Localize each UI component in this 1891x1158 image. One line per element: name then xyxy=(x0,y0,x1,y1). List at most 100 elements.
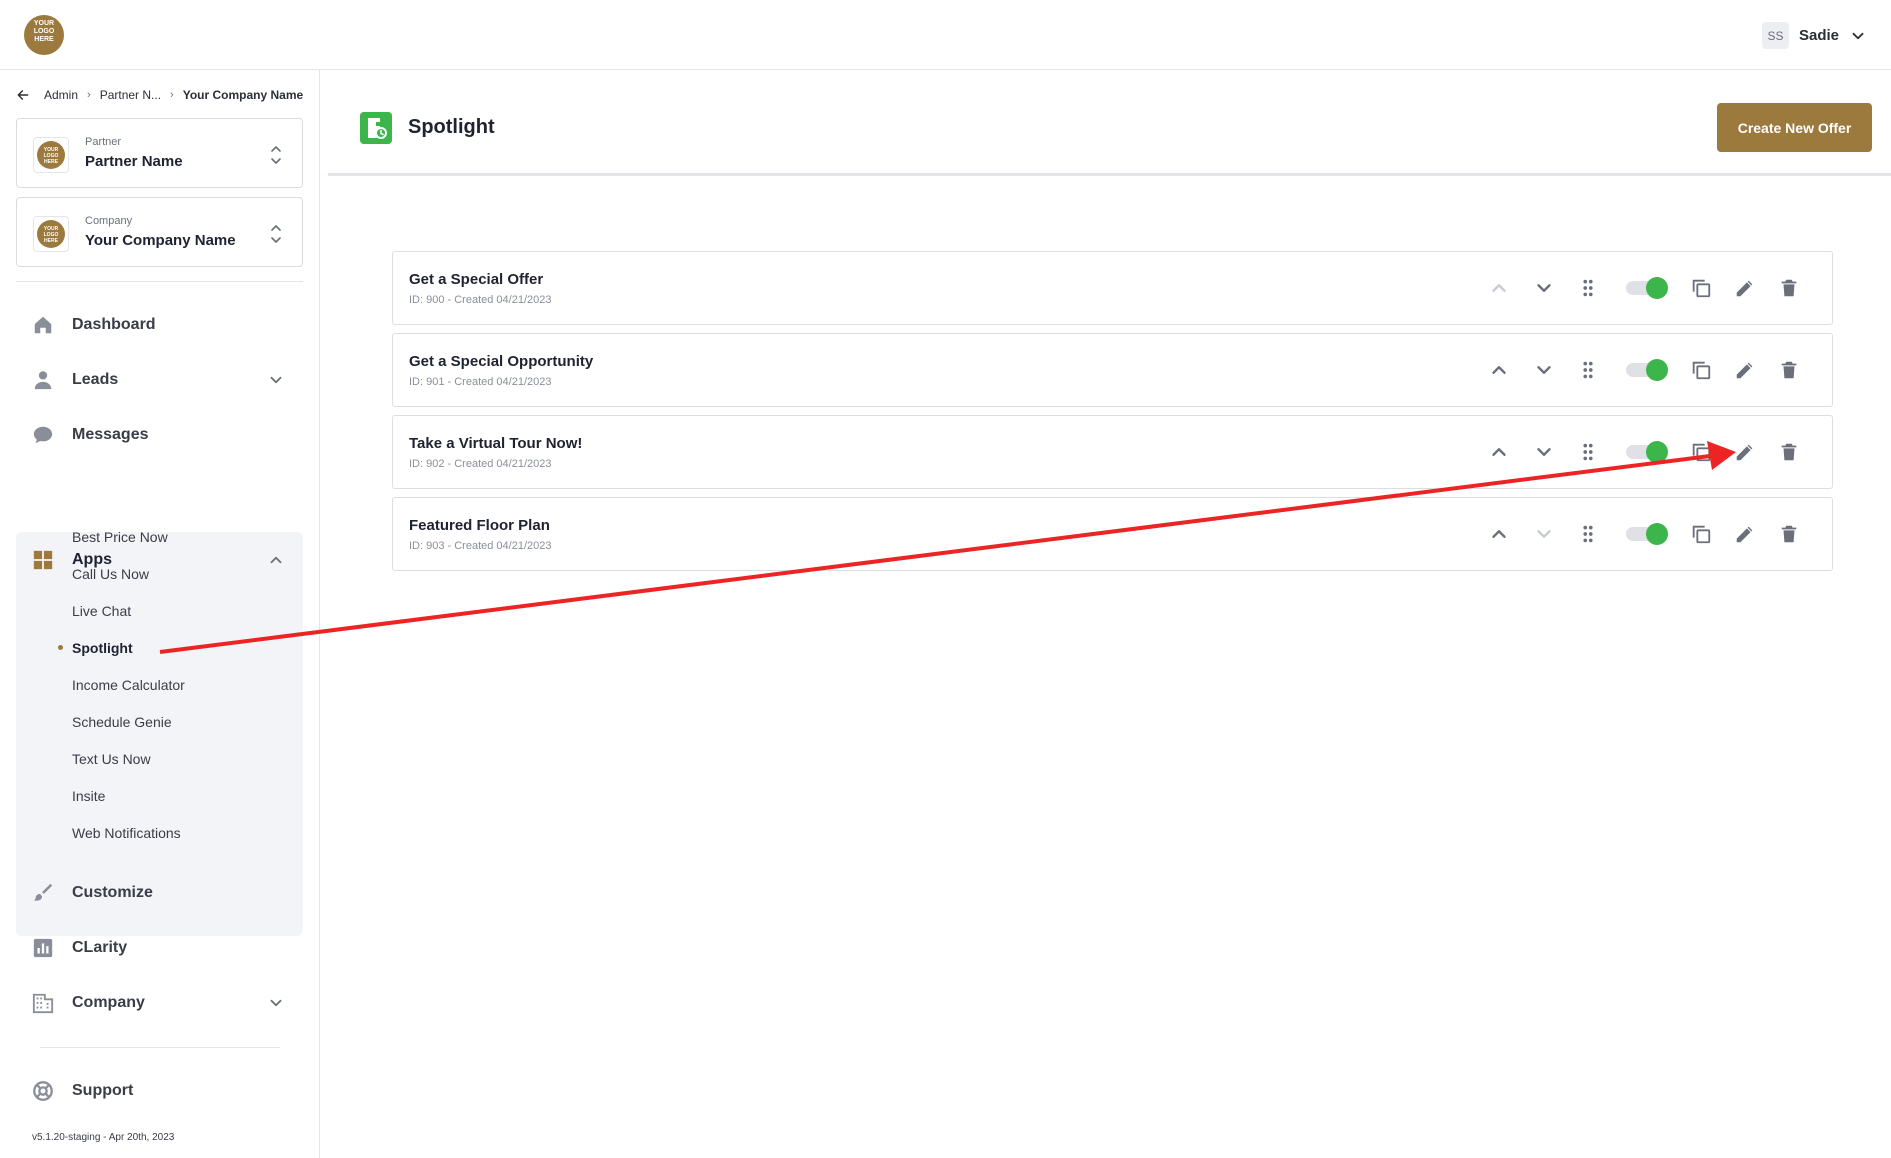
sidebar-item-label: Dashboard xyxy=(72,316,156,333)
building-icon xyxy=(32,993,54,1014)
spotlight-app-icon xyxy=(360,112,392,144)
breadcrumb-company: Your Company Name xyxy=(182,88,304,102)
apps-submenu-item[interactable]: Live Chat xyxy=(72,603,131,619)
enabled-toggle[interactable] xyxy=(1626,277,1668,299)
sidebar-item-label: CLarity xyxy=(72,939,128,956)
apps-submenu-item[interactable]: Text Us Now xyxy=(72,751,151,767)
edit-icon[interactable] xyxy=(1733,276,1757,300)
company-selector[interactable]: YOUR LOGO HERE Company Your Company Name xyxy=(16,197,303,267)
active-indicator-dot xyxy=(58,645,63,650)
main-panel: Spotlight Create New Offer xyxy=(328,80,1891,1158)
drag-handle-icon[interactable] xyxy=(1576,522,1600,546)
breadcrumb-admin[interactable]: Admin xyxy=(44,88,78,102)
sidebar-divider xyxy=(40,1047,280,1048)
drag-handle-icon[interactable] xyxy=(1576,440,1600,464)
chat-bubble-icon xyxy=(33,426,53,444)
lifebuoy-icon xyxy=(33,1081,53,1101)
offer-name: Get a Special Opportunity xyxy=(409,353,594,370)
company-logo[interactable]: YOUR LOGO HERE xyxy=(24,15,64,55)
offer-name: Get a Special Offer xyxy=(409,271,544,288)
duplicate-icon[interactable] xyxy=(1689,276,1713,300)
enabled-toggle[interactable] xyxy=(1626,523,1668,545)
drag-handle-icon[interactable] xyxy=(1576,276,1600,300)
move-down-icon[interactable] xyxy=(1532,358,1556,382)
sidebar-item-label: Leads xyxy=(72,371,119,388)
apps-submenu-item-active[interactable]: Spotlight xyxy=(72,640,133,656)
move-down-icon[interactable] xyxy=(1532,276,1556,300)
sidebar-item-customize[interactable]: Customize xyxy=(16,868,303,918)
offer-row[interactable]: Get a Special Opportunity ID: 901 - Creat… xyxy=(392,333,1833,407)
paintbrush-icon xyxy=(33,883,53,901)
page-header: Spotlight Create New Offer xyxy=(328,80,1891,176)
chevron-down-icon[interactable] xyxy=(1849,27,1867,45)
offer-row[interactable]: Featured Floor Plan ID: 903 - Created 04/… xyxy=(392,497,1833,571)
avatar[interactable]: SS xyxy=(1761,22,1789,49)
sidebar-item-label: Support xyxy=(72,1082,134,1099)
edit-icon[interactable] xyxy=(1733,358,1757,382)
apps-submenu-item[interactable]: Insite xyxy=(72,788,105,804)
move-up-icon[interactable] xyxy=(1487,522,1511,546)
breadcrumb-separator: › xyxy=(87,89,91,101)
sidebar-item-support[interactable]: Support xyxy=(16,1066,303,1116)
page-title: Spotlight xyxy=(408,116,495,138)
offer-row[interactable]: Take a Virtual Tour Now! ID: 902 - Create… xyxy=(392,415,1833,489)
offer-meta: ID: 902 - Created 04/21/2023 xyxy=(409,458,552,470)
chevron-up-icon[interactable] xyxy=(267,551,285,569)
partner-logo: YOUR LOGO HERE xyxy=(33,137,69,173)
offer-meta: ID: 901 - Created 04/21/2023 xyxy=(409,376,552,388)
create-new-offer-button[interactable]: Create New Offer xyxy=(1717,103,1872,152)
sidebar: Admin › Partner N... › Your Company Name… xyxy=(0,70,320,1158)
sidebar-divider xyxy=(16,281,303,282)
enabled-toggle[interactable] xyxy=(1626,441,1668,463)
company-selector-logo: YOUR LOGO HERE xyxy=(33,216,69,252)
sidebar-item-clarity[interactable]: CLarity xyxy=(16,923,303,973)
delete-icon[interactable] xyxy=(1777,276,1801,300)
move-up-icon[interactable] xyxy=(1487,276,1511,300)
delete-icon[interactable] xyxy=(1777,440,1801,464)
breadcrumb: Admin › Partner N... › Your Company Name xyxy=(16,88,303,102)
bar-chart-icon xyxy=(33,938,53,958)
apps-submenu-item[interactable]: Call Us Now xyxy=(72,566,149,582)
enabled-toggle[interactable] xyxy=(1626,359,1668,381)
company-name: Your Company Name xyxy=(85,232,236,249)
sidebar-item-label: Messages xyxy=(72,426,149,443)
apps-grid-icon xyxy=(33,550,53,570)
chevron-down-icon[interactable] xyxy=(267,371,285,389)
apps-submenu-item[interactable]: Web Notifications xyxy=(72,825,181,841)
edit-icon[interactable] xyxy=(1733,522,1757,546)
sidebar-item-company[interactable]: Company xyxy=(16,978,303,1028)
sidebar-item-dashboard[interactable]: Dashboard xyxy=(16,300,303,350)
edit-icon[interactable] xyxy=(1733,440,1757,464)
partner-selector[interactable]: YOUR LOGO HERE Partner Partner Name xyxy=(16,118,303,188)
duplicate-icon[interactable] xyxy=(1689,440,1713,464)
sidebar-item-leads[interactable]: Leads xyxy=(16,355,303,405)
arrow-left-icon[interactable] xyxy=(16,88,30,102)
sidebar-item-label: Company xyxy=(72,994,145,1011)
breadcrumb-partner[interactable]: Partner N... xyxy=(100,88,161,102)
chevron-down-icon[interactable] xyxy=(267,994,285,1012)
partner-label: Partner xyxy=(85,136,122,148)
apps-submenu-item[interactable]: Schedule Genie xyxy=(72,714,172,730)
chevron-up-down-icon xyxy=(271,225,281,243)
move-up-icon[interactable] xyxy=(1487,440,1511,464)
drag-handle-icon[interactable] xyxy=(1576,358,1600,382)
offer-row[interactable]: Get a Special Offer ID: 900 - Created 04/… xyxy=(392,251,1833,325)
move-up-icon[interactable] xyxy=(1487,358,1511,382)
sidebar-item-label: Customize xyxy=(72,884,153,901)
sidebar-item-messages[interactable]: Messages xyxy=(16,410,303,460)
user-name[interactable]: Sadie xyxy=(1799,27,1839,44)
offer-meta: ID: 903 - Created 04/21/2023 xyxy=(409,540,552,552)
duplicate-icon[interactable] xyxy=(1689,358,1713,382)
apps-submenu-item[interactable]: Income Calculator xyxy=(72,677,185,693)
top-header: YOUR LOGO HERE SS Sadie xyxy=(0,0,1891,70)
person-icon xyxy=(34,371,52,390)
user-menu[interactable]: SS Sadie xyxy=(1761,22,1867,49)
delete-icon[interactable] xyxy=(1777,522,1801,546)
duplicate-icon[interactable] xyxy=(1689,522,1713,546)
move-down-icon[interactable] xyxy=(1532,440,1556,464)
chevron-up-down-icon xyxy=(271,146,281,164)
move-down-icon[interactable] xyxy=(1532,522,1556,546)
company-label: Company xyxy=(85,215,133,227)
apps-submenu-item[interactable]: Best Price Now xyxy=(72,529,168,545)
delete-icon[interactable] xyxy=(1777,358,1801,382)
